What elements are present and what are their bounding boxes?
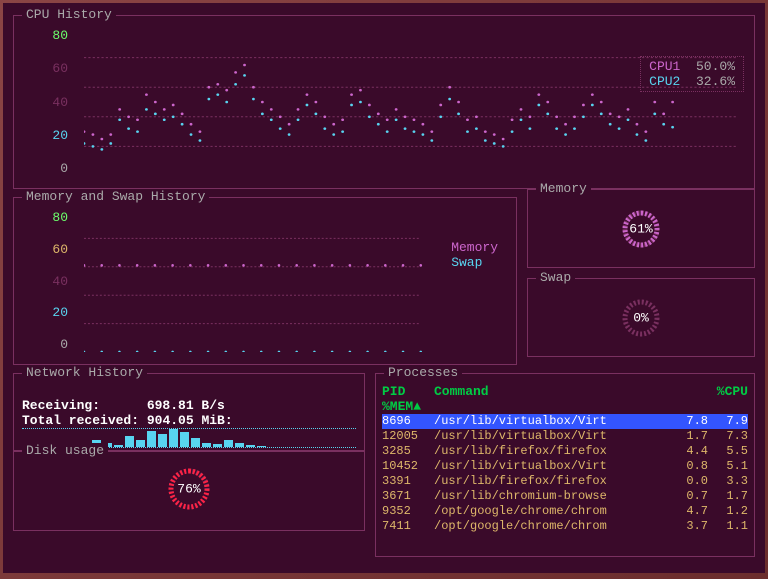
- sort-indicator[interactable]: %MEM▲: [376, 399, 754, 414]
- swap-gauge-panel: Swap 0%: [527, 278, 755, 357]
- memory-value: 61%: [629, 221, 652, 236]
- col-pid[interactable]: PID: [382, 384, 434, 399]
- processes-panel: Processes PID Command %CPU %MEM▲ 8696/us…: [375, 373, 755, 557]
- cpu-history-panel: CPU History 80 60 40 20 0 CPU1 50.0% CPU…: [13, 15, 755, 189]
- table-row[interactable]: 7411/opt/google/chrome/chrom3.71.1: [382, 519, 748, 534]
- table-row[interactable]: 12005/usr/lib/virtualbox/Virt1.77.3: [382, 429, 748, 444]
- memory-gauge-panel: Memory 61%: [527, 189, 755, 268]
- table-row[interactable]: 3391/usr/lib/firefox/firefox0.03.3: [382, 474, 748, 489]
- table-row[interactable]: 3671/usr/lib/chromium-browse0.71.7: [382, 489, 748, 504]
- panel-title: Processes: [384, 365, 462, 380]
- disk-usage-panel: Disk usage 76%: [13, 451, 365, 531]
- terminal-monitor: CPU History 80 60 40 20 0 CPU1 50.0% CPU…: [3, 3, 765, 573]
- swap-value: 0%: [633, 310, 649, 325]
- cpu-chart: [84, 28, 738, 176]
- panel-title: Memory and Swap History: [22, 189, 209, 204]
- panel-title: Swap: [536, 270, 575, 285]
- network-history-panel: Network History Receiving: 698.81 B/s To…: [13, 373, 365, 451]
- cpu-legend: CPU1 50.0% CPU2 32.6%: [640, 56, 744, 92]
- table-row[interactable]: 8696/usr/lib/virtualbox/Virt7.87.9: [382, 414, 748, 429]
- network-stats: Receiving: 698.81 B/s Total received: 90…: [22, 398, 233, 428]
- mem-chart: [84, 210, 500, 352]
- disk-value: 76%: [177, 482, 200, 497]
- table-row[interactable]: 10452/usr/lib/virtualbox/Virt0.85.1: [382, 459, 748, 474]
- process-list[interactable]: 8696/usr/lib/virtualbox/Virt7.87.912005/…: [376, 414, 754, 534]
- col-cpu[interactable]: %CPU: [668, 384, 748, 399]
- panel-title: Network History: [22, 365, 147, 380]
- table-row[interactable]: 3285/usr/lib/firefox/firefox4.45.5: [382, 444, 748, 459]
- cpu-yaxis: 80 60 40 20 0: [28, 28, 68, 176]
- panel-title: CPU History: [22, 7, 116, 22]
- memory-history-panel: Memory and Swap History 80 60 40 20 0 Me…: [13, 197, 517, 365]
- table-row[interactable]: 9352/opt/google/chrome/chrom4.71.2: [382, 504, 748, 519]
- col-command[interactable]: Command: [434, 384, 668, 399]
- panel-title: Memory: [536, 181, 591, 196]
- panel-title: Disk usage: [22, 443, 108, 458]
- mem-legend: Memory Swap: [443, 238, 506, 272]
- mem-yaxis: 80 60 40 20 0: [28, 210, 68, 352]
